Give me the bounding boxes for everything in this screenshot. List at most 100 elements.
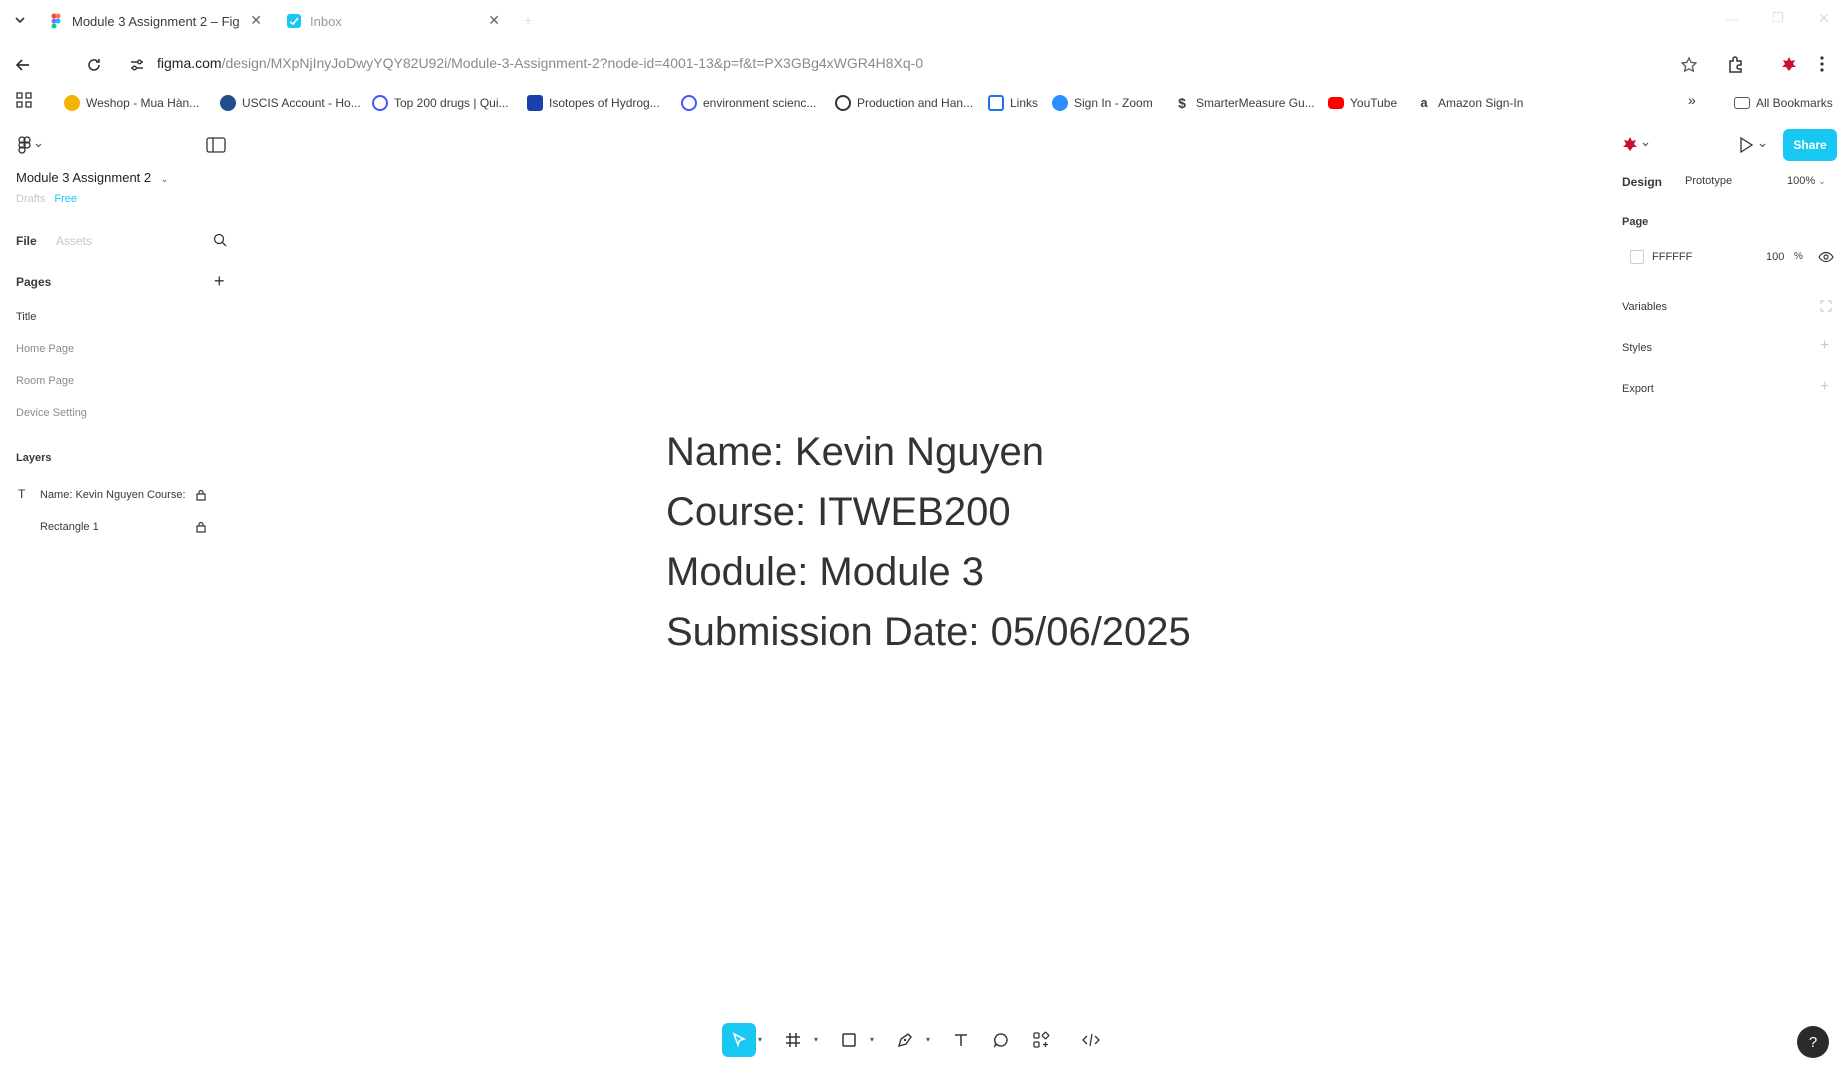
canvas-text-module[interactable]: Module: Module 3 [666,550,984,595]
url-field[interactable]: figma.com/design/MXpNjInyJoDwyYQY82U92i/… [157,55,923,71]
text-layer-icon: T [18,487,26,501]
canvas-text-submission-date[interactable]: Submission Date: 05/06/2025 [666,610,1191,655]
components-grid-icon [1033,1031,1050,1048]
bookmark-top200[interactable]: Top 200 drugs | Qui... [372,92,509,114]
maximize-button[interactable]: ❐ [1772,10,1784,26]
tab-label: Module 3 Assignment 2 – Fig [72,13,240,29]
bookmark-isotopes[interactable]: Isotopes of Hydrog... [527,92,660,114]
tab-inbox[interactable]: Inbox ✕ [286,8,506,34]
lock-icon[interactable] [196,521,206,533]
page-item-home[interactable]: Home Page [16,343,74,355]
plan-tier-badge[interactable]: Free [54,193,77,205]
layers-heading: Layers [16,452,52,464]
page-heading: Page [1622,216,1649,228]
quizlet-icon [681,95,697,111]
help-button[interactable]: ? [1797,1026,1829,1058]
add-page-icon[interactable]: + [214,272,225,290]
dev-mode-button[interactable] [1074,1023,1108,1057]
tab-prototype[interactable]: Prototype [1685,175,1732,187]
eye-icon [988,95,1004,111]
bookmark-label: Isotopes of Hydrog... [549,96,660,110]
bookmark-label: Sign In - Zoom [1074,96,1153,110]
add-style-icon[interactable]: + [1820,337,1829,355]
page-item-title[interactable]: Title [16,311,36,323]
canvas-text-course[interactable]: Course: ITWEB200 [666,490,1011,535]
text-t-icon [955,1034,967,1046]
code-brackets-icon [1082,1033,1100,1047]
bookmark-label: SmarterMeasure Gu... [1196,96,1315,110]
tab-search-chevron-icon[interactable] [12,12,28,28]
page-color-value[interactable]: FFFFFF [1652,251,1692,263]
apps-grid-icon[interactable] [16,92,32,108]
percent-label: % [1794,251,1803,262]
profile-avatar-icon[interactable] [1778,53,1800,75]
page-opacity-value[interactable]: 100 [1766,251,1784,263]
search-icon[interactable] [213,233,227,247]
all-bookmarks[interactable]: All Bookmarks [1734,92,1833,114]
text-tool-button[interactable] [944,1023,978,1057]
drafts-label: Drafts [16,193,46,205]
chevron-down-icon[interactable]: ▾ [870,1035,874,1044]
file-name[interactable]: Module 3 Assignment 2 ⌄ [16,170,168,185]
export-heading: Export [1622,383,1654,395]
chevron-down-icon[interactable]: ▾ [814,1035,818,1044]
user-avatar-icon[interactable] [1620,135,1650,155]
window-close-button[interactable]: ✕ [1818,10,1830,27]
pen-tool-button[interactable] [888,1023,922,1057]
bookmark-production[interactable]: Production and Han... [835,92,973,114]
page-item-device-setting[interactable]: Device Setting [16,407,87,419]
variables-settings-icon[interactable] [1820,300,1832,312]
tab-close-icon[interactable]: ✕ [250,12,262,29]
frame-tool-button[interactable] [776,1023,810,1057]
chevron-down-icon: ⌄ [160,174,169,184]
bookmark-smartermeasure[interactable]: $ SmarterMeasure Gu... [1174,92,1315,114]
tab-close-icon[interactable]: ✕ [488,12,500,29]
page-color-swatch[interactable] [1630,250,1644,264]
chevron-down-icon[interactable]: ▾ [926,1035,930,1044]
folder-icon [1734,97,1750,109]
zoom-level[interactable]: 100% ⌄ [1787,175,1826,187]
bookmark-amazon[interactable]: a Amazon Sign-In [1416,92,1523,114]
visibility-eye-icon[interactable] [1818,251,1834,263]
reload-icon[interactable] [85,56,103,74]
lock-icon[interactable] [196,489,206,501]
layer-item-text[interactable]: Name: Kevin Nguyen Course: [40,489,186,501]
figma-main-menu-icon[interactable] [16,136,44,154]
tab-file[interactable]: File [16,234,37,248]
site-settings-icon[interactable] [128,56,146,74]
bookmark-uscis[interactable]: USCIS Account - Ho... [220,92,361,114]
canvas-text-name[interactable]: Name: Kevin Nguyen [666,430,1044,475]
bookmark-label: YouTube [1350,96,1398,110]
layer-item-rectangle[interactable]: Rectangle 1 [40,521,99,533]
toggle-sidebar-icon[interactable] [206,137,226,153]
bookmark-weshop[interactable]: Weshop - Mua Hàn... [64,92,199,114]
bookmark-youtube[interactable]: YouTube [1328,92,1397,114]
new-tab-button[interactable]: + [524,12,532,28]
tab-figma[interactable]: Module 3 Assignment 2 – Fig ✕ [48,8,268,34]
back-icon[interactable] [14,56,32,74]
bookmark-environment[interactable]: environment scienc... [681,92,816,114]
minimize-button[interactable]: — [1726,12,1738,26]
move-tool-button[interactable] [722,1023,756,1057]
chevron-down-icon[interactable]: ▾ [758,1035,762,1044]
bookmark-links[interactable]: Links [988,92,1038,114]
rectangle-tool-button[interactable] [832,1023,866,1057]
add-export-icon[interactable]: + [1820,378,1829,396]
share-button[interactable]: Share [1783,129,1837,161]
page-item-room[interactable]: Room Page [16,375,74,387]
actions-tool-button[interactable] [1024,1023,1058,1057]
comment-tool-button[interactable] [984,1023,1018,1057]
quizlet-icon [372,95,388,111]
present-play-icon[interactable] [1738,136,1768,154]
bookmark-zoom[interactable]: Sign In - Zoom [1052,92,1153,114]
browser-menu-icon[interactable] [1818,54,1826,74]
more-bookmarks-icon[interactable]: » [1688,92,1696,108]
extensions-icon[interactable] [1726,54,1746,74]
pen-nib-icon [897,1033,912,1048]
bookmark-label: environment scienc... [703,96,817,110]
s-icon: $ [1178,95,1186,111]
bookmark-star-icon[interactable] [1680,56,1698,74]
youtube-icon [1328,97,1344,109]
tab-assets[interactable]: Assets [56,234,92,248]
tab-design[interactable]: Design [1622,175,1662,189]
